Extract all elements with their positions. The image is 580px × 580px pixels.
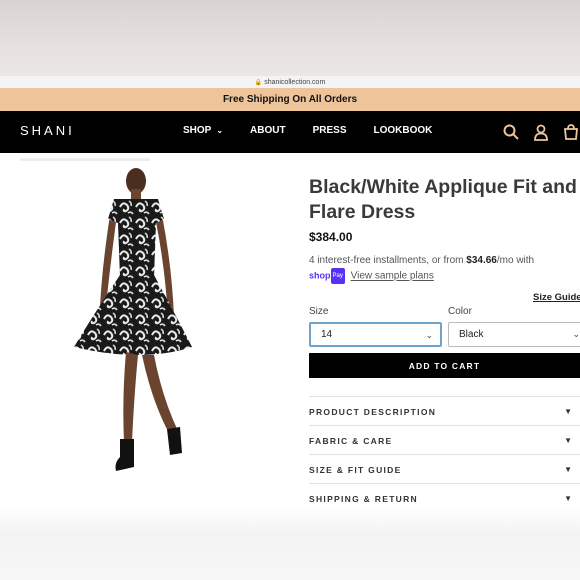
chevron-down-icon: ⌄ bbox=[216, 126, 224, 135]
accordion-size-fit-guide[interactable]: SIZE & FIT GUIDE ▼ bbox=[309, 454, 580, 484]
installments-text-suffix: /mo with bbox=[496, 255, 535, 266]
caret-down-icon: ▼ bbox=[564, 436, 572, 445]
product-price: $384.00 bbox=[309, 230, 353, 244]
breadcrumb bbox=[20, 158, 150, 161]
address-bar[interactable]: 🔒 shanicollection.com bbox=[0, 76, 580, 88]
nav-menu: SHOP ⌄ ABOUT PRESS LOOKBOOK bbox=[183, 125, 459, 136]
search-icon[interactable] bbox=[502, 123, 520, 141]
color-value: Black bbox=[459, 329, 484, 340]
product-image[interactable] bbox=[22, 167, 262, 507]
accordion-label: PRODUCT DESCRIPTION bbox=[309, 406, 437, 417]
installments-amount: $34.66 bbox=[466, 255, 497, 266]
blurred-background-header bbox=[0, 0, 580, 76]
nav-item-shop[interactable]: SHOP ⌄ bbox=[183, 125, 223, 136]
main-navigation: SHANI SHOP ⌄ ABOUT PRESS LOOKBOOK bbox=[0, 111, 580, 153]
accordion-label: FABRIC & CARE bbox=[309, 435, 393, 446]
chevron-down-icon: ⌄ bbox=[572, 329, 580, 339]
product-title: Black/White Applique Fit and Flare Dress bbox=[309, 176, 577, 223]
url-text: shanicollection.com bbox=[264, 78, 326, 86]
announcement-bar: Free Shipping On All Orders bbox=[0, 88, 580, 111]
nav-icons bbox=[490, 123, 580, 141]
view-sample-plans-link[interactable]: View sample plans bbox=[351, 271, 434, 282]
blurred-background-footer bbox=[0, 505, 580, 580]
nav-item-label: PRESS bbox=[312, 125, 347, 136]
account-icon[interactable] bbox=[532, 123, 550, 141]
nav-item-label: LOOKBOOK bbox=[373, 125, 433, 136]
nav-item-about[interactable]: ABOUT bbox=[250, 125, 286, 136]
accordion-label: SIZE & FIT GUIDE bbox=[309, 464, 402, 475]
color-label: Color bbox=[448, 306, 472, 317]
size-guide-link[interactable]: Size Guide bbox=[533, 292, 580, 303]
installments-info: 4 interest-free installments, or from $3… bbox=[309, 254, 579, 284]
add-to-cart-button[interactable]: ADD TO CART bbox=[309, 353, 580, 378]
shop-pay-logo: shop bbox=[309, 270, 331, 281]
caret-down-icon: ▼ bbox=[564, 494, 572, 503]
accordion-label: SHIPPING & RETURN bbox=[309, 493, 418, 504]
accordion-fabric-care[interactable]: FABRIC & CARE ▼ bbox=[309, 425, 580, 455]
cart-icon[interactable] bbox=[562, 123, 580, 141]
chevron-down-icon: ⌄ bbox=[425, 330, 433, 340]
announcement-text: Free Shipping On All Orders bbox=[222, 94, 358, 105]
nav-item-label: SHOP bbox=[183, 125, 212, 136]
shop-pay-badge: Pay bbox=[330, 268, 345, 284]
color-select[interactable]: Black ⌄ bbox=[448, 322, 580, 347]
nav-item-press[interactable]: PRESS bbox=[313, 125, 347, 136]
lock-icon: 🔒 bbox=[254, 79, 263, 86]
nav-item-lookbook[interactable]: LOOKBOOK bbox=[374, 125, 433, 136]
nav-item-label: ABOUT bbox=[250, 125, 286, 136]
caret-down-icon: ▼ bbox=[564, 465, 572, 474]
installments-text: 4 interest-free installments, or from bbox=[309, 255, 467, 266]
caret-down-icon: ▼ bbox=[564, 407, 572, 416]
size-value: 14 bbox=[321, 329, 333, 340]
size-label: Size bbox=[309, 306, 329, 317]
size-select[interactable]: 14 ⌄ bbox=[309, 322, 442, 347]
accordion-product-description[interactable]: PRODUCT DESCRIPTION ▼ bbox=[309, 396, 580, 426]
site-logo[interactable]: SHANI bbox=[20, 123, 75, 138]
